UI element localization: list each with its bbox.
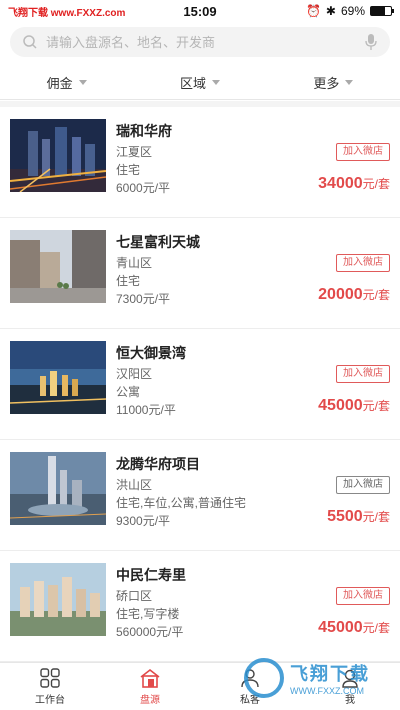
listing-commission: 34000元/套	[318, 175, 390, 193]
listing-name: 中民仁寿里	[116, 567, 186, 583]
listing-type: 住宅,车位,公寓,普通住宅	[116, 496, 247, 510]
listing-item[interactable]: 七星富利天城 青山区 住宅 7300元/平 加入微店 20000元/套	[0, 218, 400, 329]
tab-label: 工作台	[35, 695, 65, 706]
listing-item[interactable]: 瑞和华府 江夏区 住宅 6000元/平 加入微店 34000元/套	[0, 107, 400, 218]
listing-thumbnail[interactable]	[10, 563, 106, 636]
add-to-store-button[interactable]: 加入微店	[336, 365, 390, 383]
commission-unit: 元/套	[362, 621, 390, 635]
alarm-icon: ⏰	[305, 4, 321, 18]
search-bar[interactable]	[10, 27, 390, 57]
commission-value: 5500	[327, 508, 363, 525]
commission-unit: 元/套	[362, 510, 390, 524]
listing-item[interactable]: 龙腾华府项目 洪山区 住宅,车位,公寓,普通住宅 9300元/平 加入微店 55…	[0, 440, 400, 551]
bluetooth-icon: ✱	[325, 4, 336, 18]
tab-label: 盘源	[140, 695, 160, 706]
add-to-store-button[interactable]: 加入微店	[336, 254, 390, 272]
commission-value: 45000	[318, 397, 363, 414]
commission-unit: 元/套	[362, 177, 390, 191]
listing-district: 洪山区	[116, 478, 153, 492]
listing-commission: 45000元/套	[318, 619, 390, 637]
house-icon	[140, 668, 160, 688]
tab-workbench[interactable]: 工作台	[0, 663, 100, 710]
listing-name: 恒大御景湾	[116, 345, 186, 361]
person-icon	[241, 669, 259, 688]
bottom-tab-bar: 工作台 盘源 私客 我	[0, 662, 400, 710]
battery-icon	[370, 6, 394, 16]
tab-label: 我	[345, 695, 355, 706]
filter-bar: 佣金 区域 更多	[0, 66, 400, 100]
listing-name: 瑞和华府	[116, 123, 172, 139]
battery-percent: 69%	[340, 4, 365, 18]
listing-list: 瑞和华府 江夏区 住宅 6000元/平 加入微店 34000元/套 七星富利天城…	[0, 107, 400, 662]
add-to-store-button[interactable]: 加入微店	[336, 476, 390, 494]
listing-unit-price: 11000元/平	[116, 403, 176, 417]
listing-type: 住宅	[116, 274, 141, 288]
filter-more[interactable]: 更多	[267, 66, 400, 99]
listing-unit-price: 7300元/平	[116, 292, 171, 306]
filter-label: 区域	[179, 76, 206, 91]
status-source-label: 飞翔下载 www.FXXZ.com	[8, 7, 126, 19]
listing-district: 硚口区	[116, 589, 153, 603]
listing-unit-price: 6000元/平	[116, 181, 171, 195]
commission-value: 34000	[318, 175, 363, 192]
listing-commission: 5500元/套	[327, 508, 390, 526]
listing-district: 江夏区	[116, 145, 153, 159]
listing-item[interactable]: 恒大御景湾 汉阳区 公寓 11000元/平 加入微店 45000元/套	[0, 329, 400, 440]
tab-private-clients[interactable]: 私客	[200, 663, 300, 710]
listing-thumbnail[interactable]	[10, 452, 106, 525]
listing-thumbnail[interactable]	[10, 230, 106, 303]
search-icon	[22, 34, 38, 50]
listing-item[interactable]: 中民仁寿里 硚口区 住宅,写字楼 560000元/平 加入微店 45000元/套	[0, 551, 400, 662]
filter-label: 更多	[313, 76, 340, 91]
filter-region[interactable]: 区域	[133, 66, 266, 99]
listing-type: 住宅,写字楼	[116, 607, 180, 621]
caret-down-icon	[212, 80, 220, 85]
status-right: ⏰ ✱ 69%	[305, 4, 394, 18]
listing-commission: 20000元/套	[318, 286, 390, 304]
me-icon	[342, 669, 358, 688]
add-to-store-button[interactable]: 加入微店	[336, 143, 390, 161]
commission-unit: 元/套	[362, 288, 390, 302]
grid-icon	[40, 668, 60, 688]
commission-unit: 元/套	[362, 399, 390, 413]
tab-me[interactable]: 我	[300, 663, 400, 710]
add-to-store-button[interactable]: 加入微店	[336, 587, 390, 605]
listing-thumbnail[interactable]	[10, 119, 106, 192]
caret-down-icon	[345, 80, 354, 85]
listing-commission: 45000元/套	[318, 397, 390, 415]
listing-unit-price: 9300元/平	[116, 514, 171, 528]
listing-unit-price: 560000元/平	[116, 625, 184, 639]
filter-label: 佣金	[46, 76, 73, 91]
listing-name: 龙腾华府项目	[116, 456, 200, 472]
microphone-icon[interactable]	[364, 33, 378, 51]
listing-name: 七星富利天城	[116, 234, 200, 250]
listing-type: 住宅	[116, 163, 141, 177]
tab-label: 私客	[240, 695, 260, 706]
listing-district: 青山区	[116, 256, 153, 270]
status-bar: 飞翔下载 www.FXXZ.com 15:09 ⏰ ✱ 69%	[0, 0, 400, 22]
listing-type: 公寓	[116, 385, 141, 399]
commission-value: 45000	[318, 619, 363, 636]
search-input[interactable]	[46, 34, 364, 50]
tab-listings[interactable]: 盘源	[100, 663, 200, 710]
listing-district: 汉阳区	[116, 367, 153, 381]
commission-value: 20000	[318, 286, 363, 303]
filter-commission[interactable]: 佣金	[0, 66, 133, 99]
caret-down-icon	[78, 80, 87, 85]
listing-thumbnail[interactable]	[10, 341, 106, 414]
